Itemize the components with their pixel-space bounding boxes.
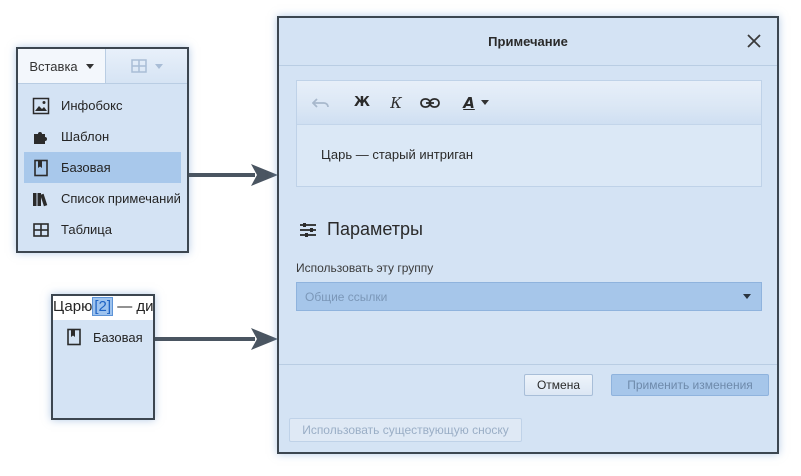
insert-menu-toolbar: Вставка <box>18 49 187 84</box>
menu-item-label: Инфобокс <box>61 98 123 113</box>
bold-label: Ж <box>354 95 370 110</box>
bookmark-note-icon <box>32 159 50 177</box>
inline-note-popup: Царю [2] — ди Базовая <box>51 294 155 420</box>
arrow-right-icon <box>189 164 278 186</box>
cancel-button[interactable]: Отмена <box>524 374 593 396</box>
chevron-down-icon <box>154 63 163 69</box>
insert-menu-panel: Вставка Инфобокс Шаблон Базовая Список п… <box>16 47 189 253</box>
menu-item-table[interactable]: Таблица <box>18 214 187 245</box>
table-dropdown-button[interactable] <box>106 59 187 73</box>
italic-button[interactable]: К <box>387 91 405 115</box>
menu-item-basic[interactable]: Базовая <box>24 152 181 183</box>
close-button[interactable] <box>745 32 763 50</box>
insert-button-label: Вставка <box>29 58 78 74</box>
apply-changes-button[interactable]: Применить изменения <box>611 374 769 396</box>
arrow-right-icon <box>155 328 278 350</box>
undo-icon <box>312 97 329 108</box>
table-grid-icon <box>130 59 147 73</box>
dialog-title: Примечание <box>488 34 568 49</box>
editor-toolbar: Ж К A <box>297 81 761 125</box>
menu-item-label: Шаблон <box>61 129 110 144</box>
puzzle-template-icon <box>32 128 50 146</box>
group-label: Использовать эту группу <box>296 261 434 275</box>
note-editor: Ж К A Царь — старый интриган <box>296 80 762 187</box>
italic-label: К <box>390 93 402 112</box>
inline-text-before: Царю <box>53 298 93 315</box>
menu-item-label: Список примечаний <box>61 191 181 206</box>
chevron-down-icon <box>480 100 489 105</box>
link-icon <box>420 97 440 108</box>
close-icon <box>747 34 761 48</box>
insert-dropdown-button[interactable]: Вставка <box>18 49 106 83</box>
params-header: Параметры <box>299 219 423 240</box>
inline-item-label: Базовая <box>93 329 143 345</box>
bookmark-note-icon <box>65 328 83 346</box>
inline-text-after: — ди <box>113 298 154 315</box>
menu-item-label: Базовая <box>61 160 111 175</box>
menu-item-infobox[interactable]: Инфобокс <box>18 90 187 121</box>
text-color-button[interactable]: A <box>459 91 493 115</box>
group-select[interactable]: Общие ссылки <box>296 282 762 311</box>
bold-button[interactable]: Ж <box>353 91 371 115</box>
link-button[interactable] <box>419 91 441 115</box>
note-dialog: Примечание Ж К A Царь — старый интриган … <box>277 16 779 454</box>
chevron-down-icon <box>85 63 94 69</box>
group-select-value: Общие ссылки <box>305 289 388 304</box>
params-title: Параметры <box>327 219 423 239</box>
insert-menu-list: Инфобокс Шаблон Базовая Список примечани… <box>18 84 187 245</box>
inline-text-snippet: Царю [2] — ди <box>53 296 153 320</box>
dialog-header: Примечание <box>279 18 777 66</box>
undo-button[interactable] <box>311 91 331 115</box>
table-icon <box>32 221 50 239</box>
image-infobox-icon <box>32 97 50 115</box>
sliders-icon <box>300 222 316 237</box>
menu-item-notes-list[interactable]: Список примечаний <box>18 183 187 214</box>
chevron-down-icon <box>743 294 751 299</box>
books-list-icon <box>32 190 50 208</box>
menu-item-template[interactable]: Шаблон <box>18 121 187 152</box>
editor-content[interactable]: Царь — старый интриган <box>297 125 761 162</box>
dialog-divider <box>279 364 777 365</box>
text-color-label: A <box>463 93 475 112</box>
menu-item-label: Таблица <box>61 222 112 237</box>
use-existing-note-button[interactable]: Использовать существующую сноску <box>289 418 522 442</box>
inline-menu-item-basic[interactable]: Базовая <box>53 322 153 352</box>
note-reference-marker[interactable]: [2] <box>92 297 114 316</box>
